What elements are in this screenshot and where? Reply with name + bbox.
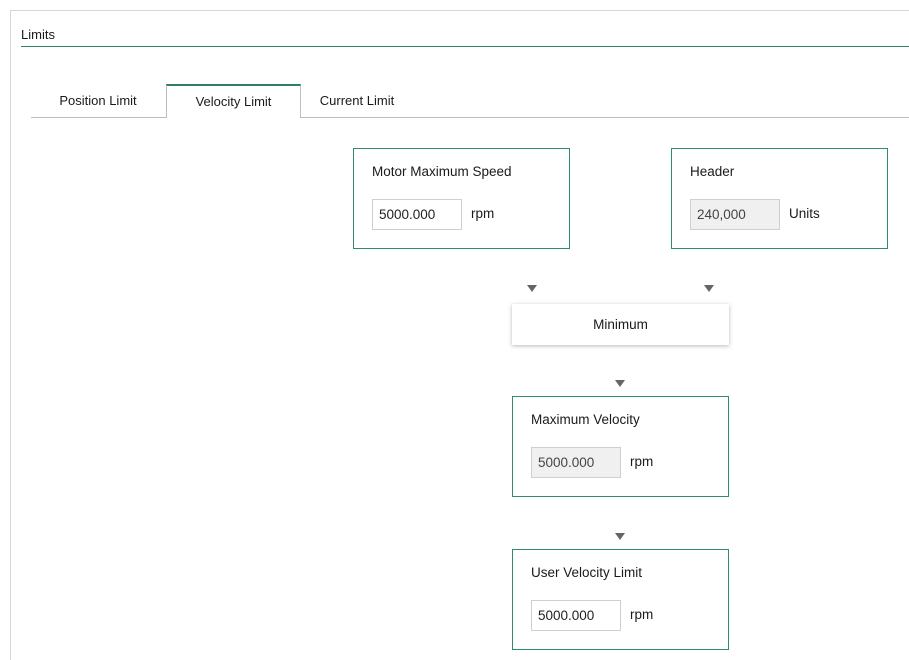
limits-tab-bar: Position Limit Velocity Limit Current Li… — [31, 84, 909, 118]
tab-position-limit[interactable]: Position Limit — [31, 84, 165, 116]
triangle-down-icon — [615, 380, 625, 387]
triangle-down-icon — [527, 285, 537, 292]
header-title: Header — [690, 164, 735, 179]
motor-max-speed-unit: rpm — [471, 206, 495, 221]
max-velocity-input — [531, 447, 621, 478]
header-unit: Units — [789, 206, 820, 221]
limits-group-header: Limits — [21, 26, 909, 47]
user-velocity-limit-panel: User Velocity Limit rpm — [512, 549, 729, 650]
user-velocity-limit-unit: rpm — [630, 607, 654, 622]
max-velocity-unit: rpm — [630, 454, 654, 469]
motor-max-speed-input[interactable] — [372, 199, 462, 230]
motor-max-speed-panel: Motor Maximum Speed rpm — [353, 148, 570, 249]
triangle-down-icon — [615, 533, 625, 540]
minimum-node: Minimum — [512, 304, 729, 345]
header-panel: Header Units — [671, 148, 888, 249]
tab-velocity-limit[interactable]: Velocity Limit — [166, 84, 301, 118]
tab-current-limit[interactable]: Current Limit — [302, 84, 412, 116]
max-velocity-title: Maximum Velocity — [531, 412, 640, 427]
triangle-down-icon — [704, 285, 714, 292]
limits-group-title: Limits — [21, 27, 55, 42]
header-input — [690, 199, 780, 230]
max-velocity-panel: Maximum Velocity rpm — [512, 396, 729, 497]
user-velocity-limit-input[interactable] — [531, 600, 621, 631]
motor-max-speed-title: Motor Maximum Speed — [372, 164, 512, 179]
user-velocity-limit-title: User Velocity Limit — [531, 565, 643, 580]
